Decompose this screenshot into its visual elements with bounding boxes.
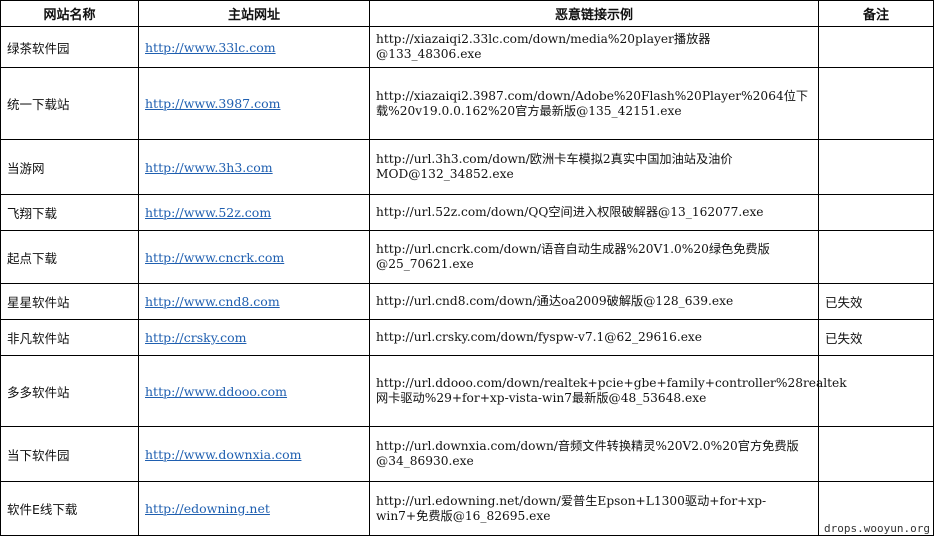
malicious-link-cell: http://url.crsky.com/down/fyspw-v7.1@62_… [369,319,819,356]
site-name-cell: 星星软件站 [0,283,139,320]
table-row: 绿茶软件园 http://www.33lc.com http://xiazaiq… [0,26,934,68]
note-cell: 已失效 [818,283,934,320]
table-row: 起点下载 http://www.cncrk.com http://url.cnc… [0,230,934,284]
site-url-link[interactable]: http://www.ddooo.com [145,384,287,399]
malicious-link-cell: http://url.cnd8.com/down/通达oa2009破解版@128… [369,283,819,320]
table-row: 多多软件站 http://www.ddooo.com http://url.dd… [0,355,934,427]
site-url-link[interactable]: http://www.33lc.com [145,40,276,55]
site-name-cell: 软件E线下载 [0,481,139,536]
note-cell [818,139,934,195]
site-name-cell: 多多软件站 [0,355,139,427]
malicious-link-cell: http://url.52z.com/down/QQ空间进入权限破解器@13_1… [369,194,819,231]
note-cell [818,426,934,482]
site-url-link[interactable]: http://www.cnd8.com [145,294,280,309]
site-name-cell: 当下软件园 [0,426,139,482]
malicious-link-cell: http://url.cncrk.com/down/语音自动生成器%20V1.0… [369,230,819,284]
note-cell [818,230,934,284]
note-cell [818,355,934,427]
table-row: 当下软件园 http://www.downxia.com http://url.… [0,426,934,482]
note-cell [818,67,934,140]
site-url-link[interactable]: http://edowning.net [145,501,270,516]
site-name-cell: 当游网 [0,139,139,195]
note-cell [818,26,934,68]
header-site-name: 网站名称 [0,0,139,27]
note-cell: 已失效 [818,319,934,356]
table-row: 统一下载站 http://www.3987.com http://xiazaiq… [0,67,934,140]
table-row: 非凡软件站 http://crsky.com http://url.crsky.… [0,319,934,356]
table-row: 软件E线下载 http://edowning.net http://url.ed… [0,481,934,536]
watermark: drops.wooyun.org [824,522,930,535]
site-url-link[interactable]: http://www.3987.com [145,96,281,111]
site-name-cell: 非凡软件站 [0,319,139,356]
table-row: 当游网 http://www.3h3.com http://url.3h3.co… [0,139,934,195]
malicious-link-cell: http://url.downxia.com/down/音频文件转换精灵%20V… [369,426,819,482]
malicious-links-table: 网站名称 主站网址 恶意链接示例 备注 绿茶软件园 http://www.33l… [0,0,934,536]
malicious-link-cell: http://xiazaiqi2.33lc.com/down/media%20p… [369,26,819,68]
header-note: 备注 [818,0,934,27]
site-name-cell: 飞翔下载 [0,194,139,231]
malicious-link-cell: http://url.ddooo.com/down/realtek+pcie+g… [369,355,847,427]
site-name-cell: 起点下载 [0,230,139,284]
site-url-link[interactable]: http://www.52z.com [145,205,271,220]
header-main-url: 主站网址 [138,0,370,27]
site-url-link[interactable]: http://www.3h3.com [145,160,273,175]
table-row: 飞翔下载 http://www.52z.com http://url.52z.c… [0,194,934,231]
note-cell [818,194,934,231]
table-row: 星星软件站 http://www.cnd8.com http://url.cnd… [0,283,934,320]
site-url-link[interactable]: http://www.cncrk.com [145,250,284,265]
malicious-link-cell: http://url.3h3.com/down/欧洲卡车模拟2真实中国加油站及油… [369,139,819,195]
site-url-link[interactable]: http://crsky.com [145,330,246,345]
malicious-link-cell: http://url.edowning.net/down/爱普生Epson+L1… [369,481,819,536]
site-name-cell: 绿茶软件园 [0,26,139,68]
site-url-link[interactable]: http://www.downxia.com [145,447,301,462]
header-malicious-link-example: 恶意链接示例 [369,0,819,27]
malicious-link-cell: http://xiazaiqi2.3987.com/down/Adobe%20F… [369,67,819,140]
site-name-cell: 统一下载站 [0,67,139,140]
table-header-row: 网站名称 主站网址 恶意链接示例 备注 [0,0,934,27]
